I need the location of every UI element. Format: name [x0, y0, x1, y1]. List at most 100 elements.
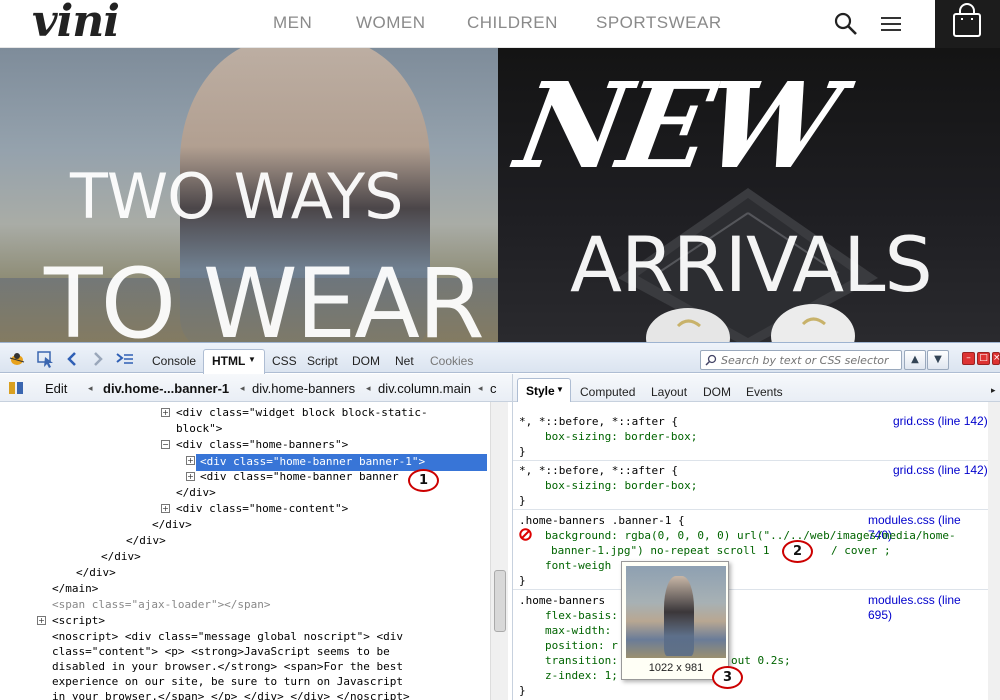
css-property[interactable]: background: rgba(0, 0, 0, 0) url("../../…: [545, 528, 956, 543]
chevron-down-icon[interactable]: ▼: [248, 355, 256, 364]
tab-computed[interactable]: Computed: [580, 385, 635, 399]
css-property-cont-tail[interactable]: / cover ;: [831, 543, 891, 558]
disabled-property-icon[interactable]: [519, 528, 532, 541]
style-panel-scrollbar[interactable]: [988, 402, 1000, 700]
tree-line[interactable]: class="content"> <p> <strong>JavaScript …: [52, 644, 390, 660]
search-box[interactable]: [700, 350, 902, 370]
breadcrumb-item-banner-1[interactable]: div.home-...banner-1: [103, 381, 229, 396]
css-source-link[interactable]: grid.css (line 142): [893, 463, 988, 478]
select-node-icon[interactable]: [8, 381, 24, 395]
style-panel[interactable]: *, *::before, *::after { grid.css (line …: [512, 402, 988, 700]
back-arrow-icon[interactable]: [66, 352, 78, 366]
breadcrumb-item-column-main[interactable]: div.column.main: [378, 381, 471, 396]
nav-men[interactable]: MEN: [273, 13, 312, 33]
css-property[interactable]: position: r: [545, 638, 618, 653]
close-icon[interactable]: ×: [992, 352, 1000, 365]
tree-line[interactable]: <div class="home-banners">: [176, 437, 348, 453]
rule-divider: [513, 460, 988, 461]
nav-sportswear[interactable]: SPORTSWEAR: [596, 13, 722, 33]
tab-layout[interactable]: Layout: [651, 385, 687, 399]
tab-dom[interactable]: DOM: [352, 354, 380, 368]
css-property[interactable]: box-sizing: border-box;: [545, 478, 697, 493]
banner-right-line1: NEW: [507, 56, 845, 195]
tree-line[interactable]: <div class="home-banner banner: [200, 469, 399, 485]
banner-new-arrivals[interactable]: NEW ARRIVALS: [498, 48, 1000, 342]
expand-icon[interactable]: +: [186, 472, 195, 481]
forward-arrow-icon[interactable]: [92, 352, 104, 366]
css-selector[interactable]: .home-banners: [519, 593, 605, 608]
css-selector[interactable]: .home-banners .banner-1 {: [519, 513, 685, 528]
command-line-icon[interactable]: [116, 352, 134, 366]
css-selector[interactable]: *, *::before, *::after {: [519, 463, 678, 478]
tree-line[interactable]: disabled in your browser.</strong> <span…: [52, 659, 403, 675]
chevron-left-icon: ◂: [240, 383, 245, 393]
hamburger-menu-icon[interactable]: [880, 14, 902, 34]
search-next-button[interactable]: ▼: [927, 350, 949, 370]
tab-events[interactable]: Events: [746, 385, 783, 399]
tree-line[interactable]: <script>: [52, 613, 105, 629]
breadcrumb-item-home-banners[interactable]: div.home-banners: [252, 381, 355, 396]
tree-line[interactable]: block">: [176, 421, 222, 437]
tree-line[interactable]: </div>: [76, 565, 116, 581]
collapse-icon[interactable]: −: [161, 440, 170, 449]
css-rule-close: }: [519, 574, 526, 587]
css-property-tail[interactable]: out 0.2s;: [731, 653, 791, 668]
css-selector[interactable]: *, *::before, *::after {: [519, 414, 678, 429]
tree-line[interactable]: </div>: [126, 533, 166, 549]
expand-icon[interactable]: +: [161, 408, 170, 417]
css-property[interactable]: flex-basis:: [545, 608, 618, 623]
site-logo[interactable]: vini: [32, 0, 120, 47]
tree-line[interactable]: <div class="home-content">: [176, 501, 348, 517]
tab-script[interactable]: Script: [307, 354, 338, 368]
chevron-left-icon: ◂: [88, 383, 93, 393]
tree-line[interactable]: <noscript> <div class="message global no…: [52, 629, 403, 645]
breadcrumb-item-more[interactable]: c: [490, 381, 497, 396]
tree-line[interactable]: <span class="ajax-loader"></span>: [52, 597, 271, 613]
inspect-element-icon[interactable]: [36, 350, 56, 368]
html-tree-panel[interactable]: + <div class="widget block block-static-…: [0, 402, 488, 700]
search-prev-button[interactable]: ▲: [904, 350, 926, 370]
expand-icon[interactable]: +: [37, 616, 46, 625]
tab-html[interactable]: HTML ▼: [203, 349, 265, 374]
search-icon[interactable]: [834, 12, 858, 36]
tree-line[interactable]: experience on our site, be sure to turn …: [52, 674, 403, 690]
css-source-link[interactable]: modules.css (line 695): [868, 593, 988, 623]
css-source-link[interactable]: grid.css (line 142): [893, 414, 988, 429]
nav-children[interactable]: CHILDREN: [467, 13, 558, 33]
minimize-icon[interactable]: –: [962, 352, 975, 365]
banner-two-ways-to-wear[interactable]: TWO WAYS TO WEAR: [0, 48, 498, 342]
chevron-down-icon[interactable]: ▼: [556, 385, 564, 394]
scrollbar-thumb[interactable]: [494, 570, 506, 632]
edit-button[interactable]: Edit: [45, 381, 67, 396]
tab-console[interactable]: Console: [152, 354, 196, 368]
css-property[interactable]: max-width:: [545, 623, 611, 638]
chevron-left-icon: ◂: [366, 383, 371, 393]
expand-icon[interactable]: +: [186, 456, 195, 465]
tree-line[interactable]: </div>: [176, 485, 216, 501]
tab-style[interactable]: Style ▼: [517, 378, 571, 402]
nav-women[interactable]: WOMEN: [356, 13, 426, 33]
chevron-left-icon: ◂: [478, 383, 483, 393]
search-input[interactable]: [721, 353, 899, 367]
css-property[interactable]: font-weigh: [545, 558, 611, 573]
html-panel-scrollbar[interactable]: [490, 402, 508, 700]
tab-css[interactable]: CSS: [272, 354, 297, 368]
tree-line[interactable]: <div class="widget block block-static-: [176, 405, 428, 421]
tree-line[interactable]: </div>: [152, 517, 192, 533]
firebug-bug-icon[interactable]: [8, 351, 26, 367]
tab-dom-side[interactable]: DOM: [703, 385, 731, 399]
chevron-right-icon[interactable]: ▸: [991, 385, 996, 396]
shopping-bag-icon: [953, 3, 981, 37]
css-property[interactable]: transition:: [545, 653, 618, 668]
expand-icon[interactable]: +: [161, 504, 170, 513]
css-property[interactable]: box-sizing: border-box;: [545, 429, 697, 444]
detach-icon[interactable]: □: [977, 352, 990, 365]
tree-line[interactable]: </div>: [101, 549, 141, 565]
tree-line[interactable]: in your browser.</span> </p> </div> </di…: [52, 689, 410, 700]
tree-line[interactable]: </main>: [52, 581, 98, 597]
css-property[interactable]: z-index: 1;: [545, 668, 618, 683]
tab-net[interactable]: Net: [395, 354, 414, 368]
shopping-bag-button[interactable]: [935, 0, 1000, 48]
css-property-cont[interactable]: banner-1.jpg") no-repeat scroll 1: [551, 543, 770, 558]
tab-cookies[interactable]: Cookies: [430, 354, 473, 368]
